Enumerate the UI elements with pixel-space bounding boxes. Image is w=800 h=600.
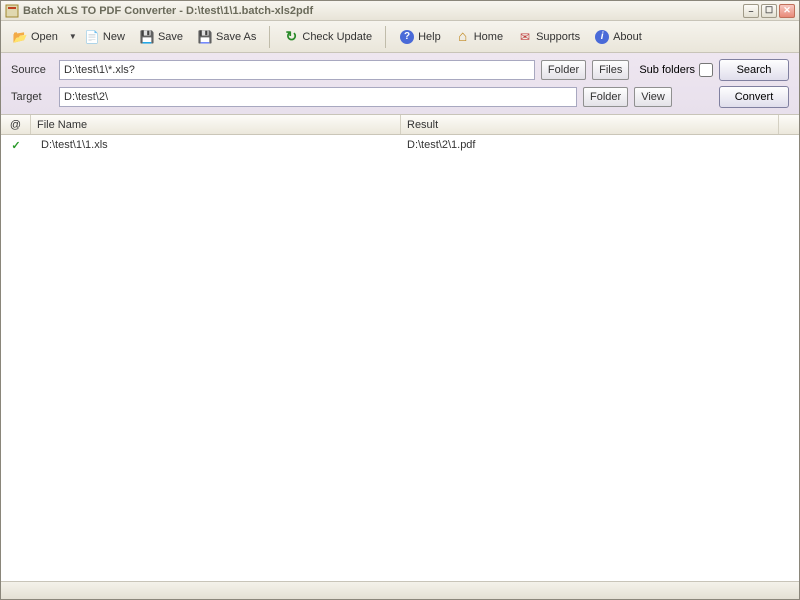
new-label: New bbox=[103, 31, 125, 43]
target-input[interactable] bbox=[59, 87, 577, 107]
save-button[interactable]: Save bbox=[134, 26, 188, 48]
file-cell: D:\test\1\1.xls bbox=[31, 137, 401, 153]
home-button[interactable]: Home bbox=[450, 26, 508, 48]
col-header-status[interactable]: @ bbox=[1, 115, 31, 134]
save-as-icon bbox=[197, 29, 213, 45]
maximize-button[interactable]: ☐ bbox=[761, 4, 777, 18]
window-buttons: – ☐ ✕ bbox=[743, 4, 795, 18]
sub-folders-label: Sub folders bbox=[639, 64, 695, 76]
source-files-button[interactable]: Files bbox=[592, 60, 629, 80]
source-row: Source Folder Files Sub folders Search bbox=[11, 59, 789, 81]
save-as-button[interactable]: Save As bbox=[192, 26, 261, 48]
status-cell: ✓ bbox=[1, 137, 31, 154]
update-icon bbox=[283, 29, 299, 45]
main-toolbar: Open ▼ New Save Save As Check Update Hel… bbox=[1, 21, 799, 53]
source-input[interactable] bbox=[59, 60, 535, 80]
help-button[interactable]: Help bbox=[394, 26, 446, 48]
new-button[interactable]: New bbox=[79, 26, 130, 48]
table-header: @ File Name Result bbox=[1, 115, 799, 135]
folder-open-icon bbox=[12, 29, 28, 45]
about-label: About bbox=[613, 31, 642, 43]
target-row: Target Folder View Convert bbox=[11, 86, 789, 108]
check-update-label: Check Update bbox=[302, 31, 372, 43]
convert-button[interactable]: Convert bbox=[719, 86, 789, 108]
save-icon bbox=[139, 29, 155, 45]
status-bar bbox=[1, 581, 799, 599]
open-label: Open bbox=[31, 31, 58, 43]
supports-label: Supports bbox=[536, 31, 580, 43]
app-icon bbox=[5, 4, 19, 18]
title-bar: Batch XLS TO PDF Converter - D:\test\1\1… bbox=[1, 1, 799, 21]
open-button[interactable]: Open bbox=[7, 26, 63, 48]
save-as-label: Save As bbox=[216, 31, 256, 43]
target-folder-button[interactable]: Folder bbox=[583, 87, 628, 107]
result-cell: D:\test\2\1.pdf bbox=[401, 137, 799, 153]
col-header-end bbox=[779, 115, 799, 134]
minimize-button[interactable]: – bbox=[743, 4, 759, 18]
new-file-icon bbox=[84, 29, 100, 45]
open-dropdown[interactable]: ▼ bbox=[67, 32, 75, 41]
toolbar-separator bbox=[269, 26, 270, 48]
file-table: @ File Name Result ✓D:\test\1\1.xlsD:\te… bbox=[1, 115, 799, 581]
support-icon bbox=[517, 29, 533, 45]
source-folder-button[interactable]: Folder bbox=[541, 60, 586, 80]
close-button[interactable]: ✕ bbox=[779, 4, 795, 18]
col-header-result[interactable]: Result bbox=[401, 115, 779, 134]
help-label: Help bbox=[418, 31, 441, 43]
target-label: Target bbox=[11, 91, 53, 103]
about-icon bbox=[594, 29, 610, 45]
supports-button[interactable]: Supports bbox=[512, 26, 585, 48]
source-label: Source bbox=[11, 64, 53, 76]
check-update-button[interactable]: Check Update bbox=[278, 26, 377, 48]
sub-folders-group: Sub folders bbox=[639, 63, 713, 77]
about-button[interactable]: About bbox=[589, 26, 647, 48]
table-body: ✓D:\test\1\1.xlsD:\test\2\1.pdf bbox=[1, 135, 799, 581]
app-window: Batch XLS TO PDF Converter - D:\test\1\1… bbox=[0, 0, 800, 600]
home-icon bbox=[455, 29, 471, 45]
save-label: Save bbox=[158, 31, 183, 43]
home-label: Home bbox=[474, 31, 503, 43]
params-panel: Source Folder Files Sub folders Search T… bbox=[1, 53, 799, 115]
help-icon bbox=[399, 29, 415, 45]
sub-folders-checkbox[interactable] bbox=[699, 63, 713, 77]
col-header-filename[interactable]: File Name bbox=[31, 115, 401, 134]
window-title: Batch XLS TO PDF Converter - D:\test\1\1… bbox=[23, 5, 743, 17]
table-row[interactable]: ✓D:\test\1\1.xlsD:\test\2\1.pdf bbox=[1, 135, 799, 155]
search-button[interactable]: Search bbox=[719, 59, 789, 81]
target-view-button[interactable]: View bbox=[634, 87, 672, 107]
toolbar-separator bbox=[385, 26, 386, 48]
